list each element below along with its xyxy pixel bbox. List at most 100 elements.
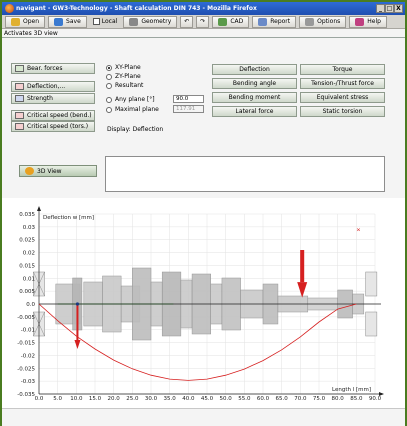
load-point-marker [75,302,80,306]
x-tick-label: 90.0 [369,396,382,402]
3d-view-icon [25,167,34,175]
y-tick-label: 0.015 [19,263,35,269]
report-button[interactable]: Report [252,15,297,28]
max-marker: ✕ [356,227,360,233]
redo-button[interactable]: ↷ [196,15,210,28]
deflection-result-button[interactable]: Deflection [212,64,297,75]
geometry-button[interactable]: Geometry [123,15,178,28]
radio-zy-plane[interactable]: ZY-Plane [106,73,141,80]
y-tick-label: -0.02 [21,353,35,359]
folder-icon [11,17,20,26]
y-tick-label: 0.02 [23,251,35,257]
speed-icon [15,112,24,119]
minimize-button[interactable]: _ [376,4,385,13]
radio-maximal-plane[interactable]: Maximal plane [106,106,159,113]
help-icon [355,17,365,26]
browser-window: navigant - GW3-Technology - Shaft calcul… [0,0,407,426]
x-tick-label: 70.0 [294,396,307,402]
radio-resultant[interactable]: Resultant [106,82,143,89]
local-checkbox[interactable]: Local [90,18,121,25]
equivalent-stress-button[interactable]: Equivalent stress [300,92,385,103]
radio-any-plane[interactable]: Any plane [°] [106,96,155,103]
close-button[interactable]: X [394,4,403,13]
torque-button[interactable]: Torque [300,64,385,75]
y-tick-label: -0.035 [17,392,35,398]
y-tick-label: 0.01 [23,276,35,282]
y-tick-label: 0.005 [19,289,35,295]
cad-icon [218,17,228,26]
main-toolbar: Open Save Local Geometry ↶ ↷ CAD Report [2,15,405,29]
x-tick-label: 10.0 [70,396,83,402]
y-tick-label: 0.0 [26,302,35,308]
save-icon [54,17,64,26]
y-tick-label: -0.005 [17,315,35,321]
static-torsion-button[interactable]: Static torsion [300,106,385,117]
x-tick-label: 50.0 [220,396,233,402]
radio-xy-plane[interactable]: XY-Plane [106,64,141,71]
x-tick-label: 80.0 [332,396,345,402]
y-tick-label: -0.015 [17,341,35,347]
critical-speed-torsion-button[interactable]: Critical speed (tors.) [11,121,95,132]
strength-button[interactable]: Strength [11,93,95,104]
critical-speed-bending-button[interactable]: Critical speed (bend.) [11,110,95,121]
open-button[interactable]: Open [5,15,46,28]
x-tick-label: 75.0 [313,396,326,402]
lateral-force-button[interactable]: Lateral force [212,106,297,117]
bearing-forces-button[interactable]: Bear. forces [11,63,95,74]
help-button[interactable]: Help [349,15,387,28]
cad-button[interactable]: CAD [212,15,250,28]
options-button[interactable]: Options [299,15,347,28]
radio-dot [106,73,112,80]
x-tick-label: 40.0 [182,396,195,402]
strength-icon [15,95,24,102]
y-tick-label: -0.03 [21,379,36,385]
undo-icon: ↶ [184,18,190,25]
bottom-bar [2,408,405,426]
tension-thrust-force-button[interactable]: Tension-/Thrust force [300,78,385,89]
radio-dot [106,64,112,71]
options-icon [305,17,315,26]
status-text: Activates 3D view [4,30,58,37]
window-title: navigant - GW3-Technology - Shaft calcul… [16,5,257,12]
redo-icon: ↷ [200,18,206,25]
x-tick-label: 15.0 [89,396,102,402]
y-tick-label: 0.03 [23,225,36,231]
x-tick-label: 5.0 [53,396,62,402]
x-tick-label: 45.0 [201,396,214,402]
load-arrow-shaft [76,304,79,340]
x-tick-label: 20.0 [108,396,121,402]
y-tick-label: 0.035 [19,212,35,218]
x-tick-label: 30.0 [145,396,158,402]
x-tick-label: 0.0 [35,396,44,402]
checkbox-box [92,18,100,25]
maximal-plane-angle-field: 117.91 [173,105,204,113]
deflection-button[interactable]: Deflection,... [11,81,95,92]
3d-view-button[interactable]: 3D View [19,165,97,177]
load-arrow-shaft [300,250,305,283]
geometry-icon [129,17,139,26]
deflection-chart: 0.035 0.03 0.025 0.02 0.015 0.01 0.005 0.0 -0.00… [2,198,405,408]
x-axis-label: Length l [mm] [332,387,371,393]
x-tick-label: 85.0 [350,396,363,402]
any-plane-angle-input[interactable]: 90.0 [173,95,204,103]
bending-moment-button[interactable]: Bending moment [212,92,297,103]
radio-dot [106,82,112,89]
y-tick-label: -0.025 [17,366,35,372]
report-icon [258,17,268,26]
x-tick-label: 35.0 [164,396,177,402]
x-tick-label: 60.0 [257,396,270,402]
window-titlebar: navigant - GW3-Technology - Shaft calcul… [2,2,405,15]
info-panel [105,156,385,192]
radio-dot [106,106,112,113]
bearing-block [365,271,378,297]
x-tick-label: 55.0 [238,396,251,402]
divider [2,37,405,38]
save-button[interactable]: Save [48,15,87,28]
undo-button[interactable]: ↶ [180,15,194,28]
bearing-block [365,311,378,337]
maximize-button[interactable]: □ [385,4,394,13]
display-mode-label: Display: Deflection [107,126,164,133]
x-tick-label: 65.0 [276,396,289,402]
bending-angle-button[interactable]: Bending angle [212,78,297,89]
firefox-icon [5,4,14,13]
